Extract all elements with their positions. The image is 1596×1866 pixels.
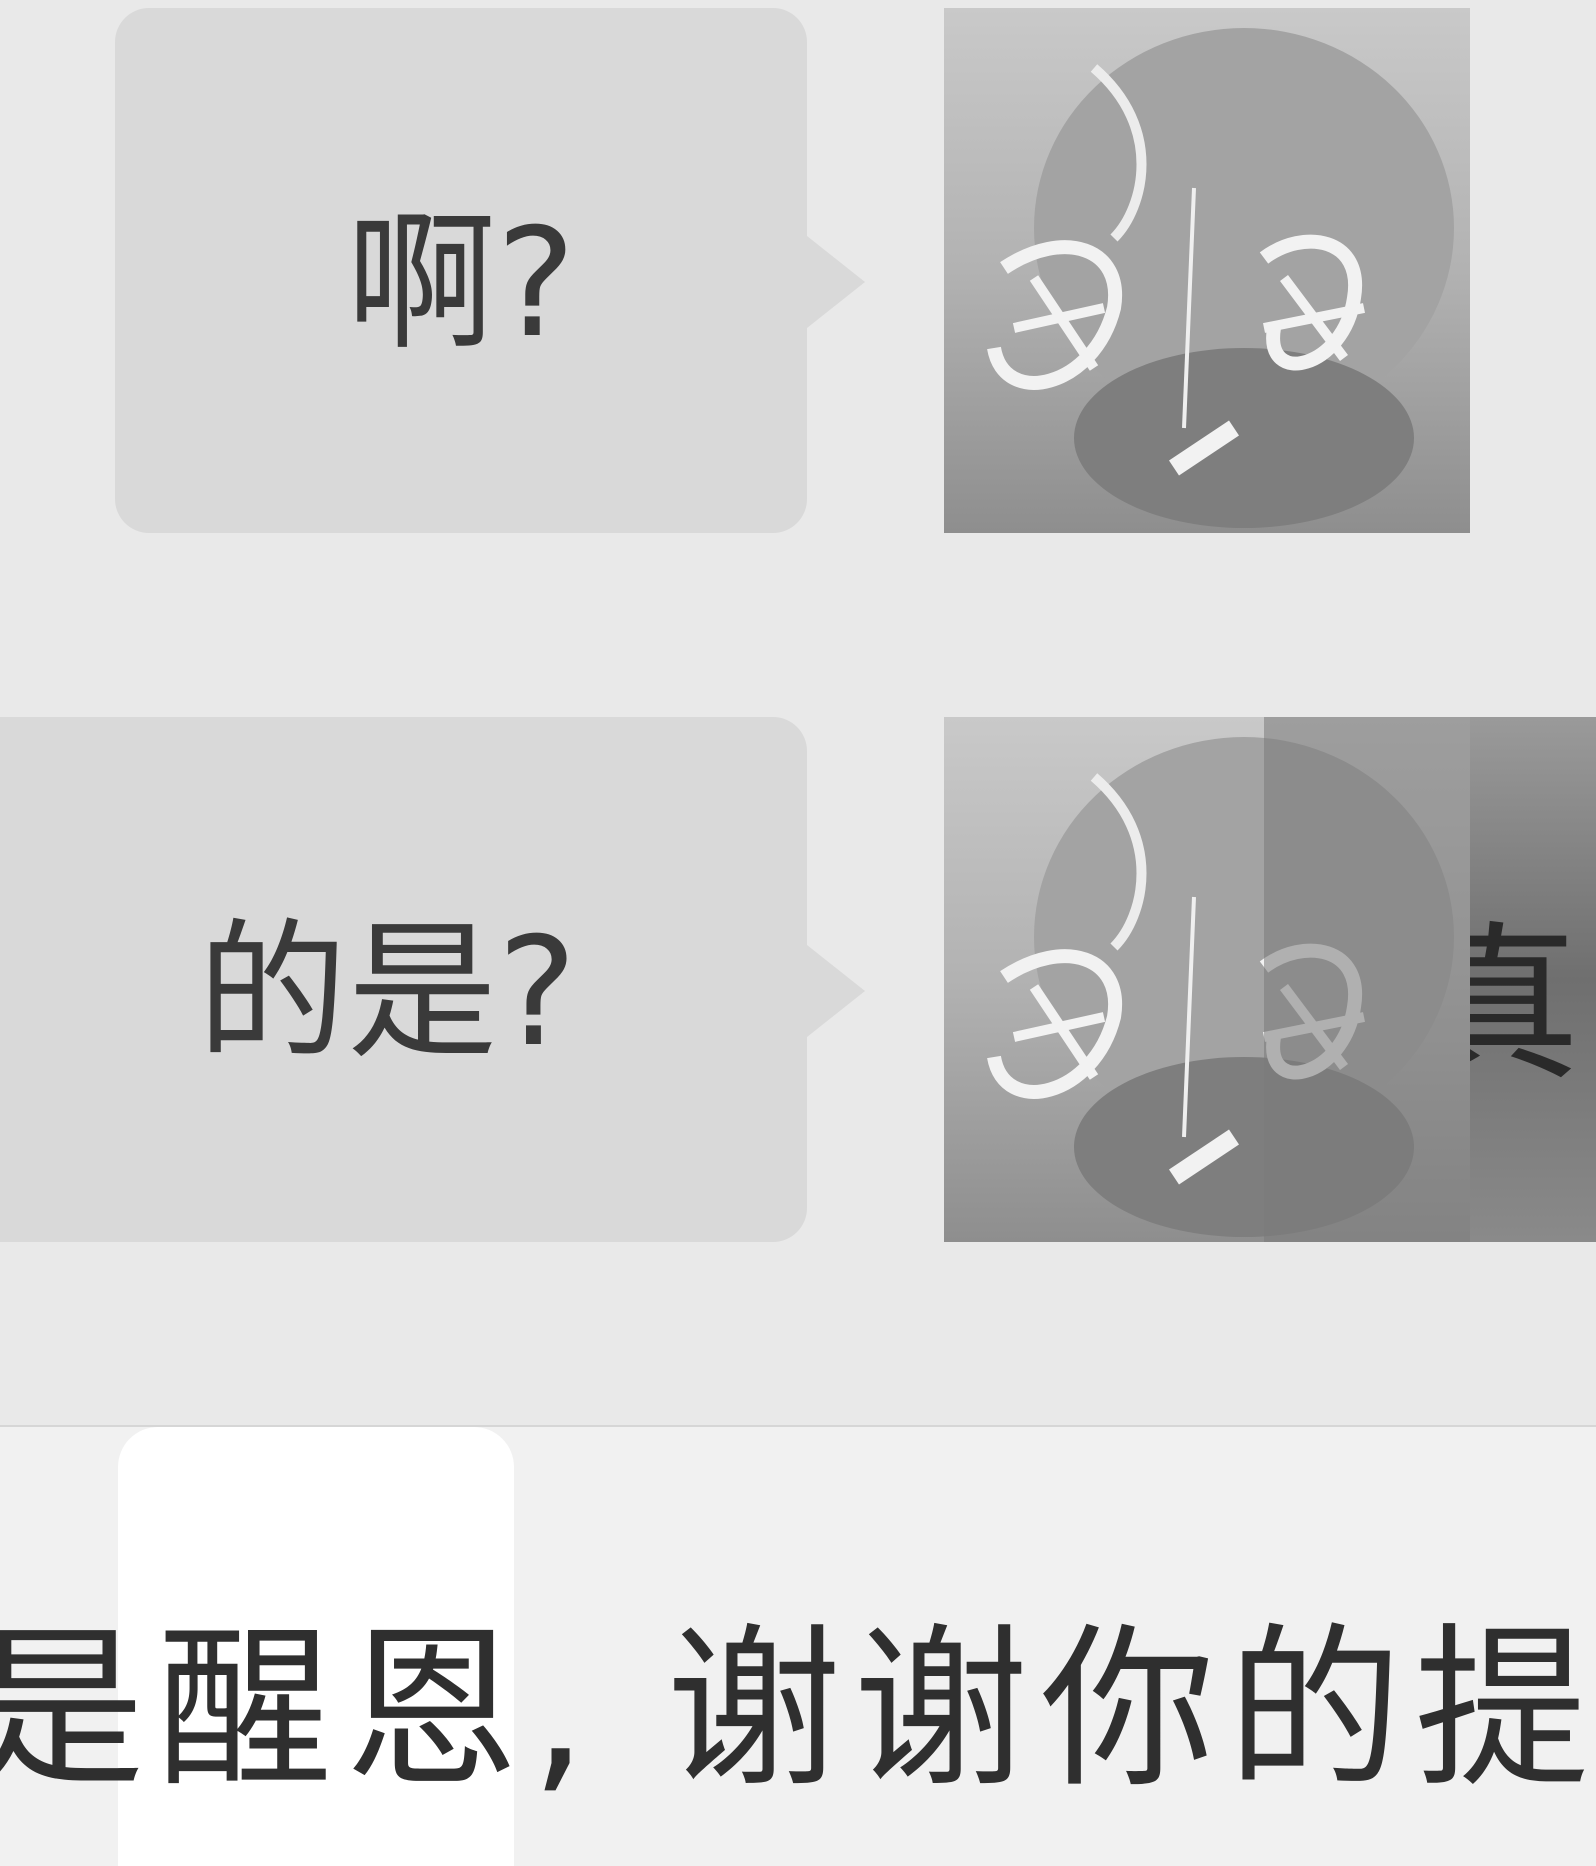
message-row: 啊? [0,8,1596,533]
message-text: 的是? [197,906,577,1080]
message-text: 真 [1470,907,1581,1105]
message-bubble[interactable]: 的是? [0,717,807,1242]
sticker-image[interactable] [944,8,1470,533]
message-bubble[interactable]: 啊? [115,8,807,533]
bubble-tail [807,236,865,328]
peanut-sticker-icon [944,717,1470,1242]
message-text: 啊? [346,197,576,371]
message-overflow-peek: 真 [1470,717,1596,1242]
message-row: 的是? 真 [0,717,1596,1242]
sticker-image[interactable] [944,717,1470,1242]
chat-message-list[interactable]: 啊? 的是? 真 [0,0,1596,1425]
peanut-sticker-icon [944,8,1470,533]
draft-text[interactable]: 是醒恩, 谢谢你的提 [0,1568,1596,1821]
bubble-tail [807,945,865,1037]
